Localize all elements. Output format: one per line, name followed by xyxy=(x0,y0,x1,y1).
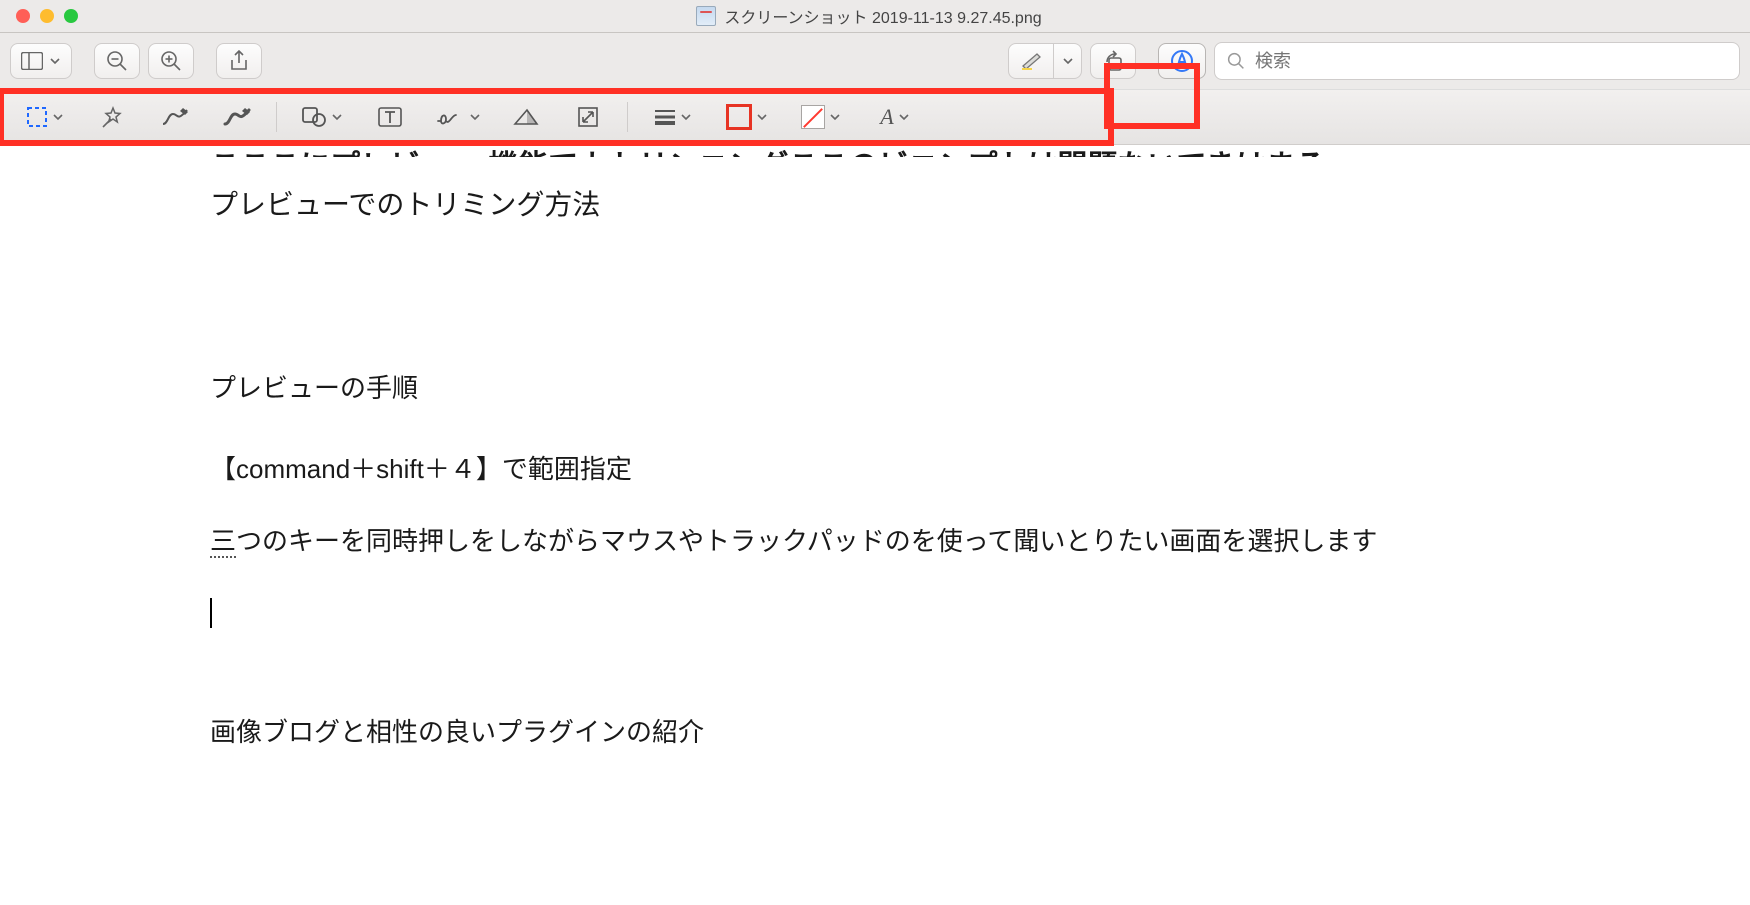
highlighter-menu-button[interactable] xyxy=(1054,43,1082,79)
sketch-tool[interactable] xyxy=(146,97,204,137)
instruction-body: つのキーを同時押しをしながらマウスやトラックパッドのを使って聞いとりたい画面を選… xyxy=(236,526,1377,556)
search-field[interactable] xyxy=(1214,42,1740,80)
highlighter-split-button[interactable] xyxy=(1008,43,1082,79)
toolbar-divider xyxy=(627,102,628,132)
document-icon xyxy=(696,6,716,26)
markup-toggle-button[interactable] xyxy=(1158,43,1206,79)
instruction-line: 三つのキーを同時押しをしながらマウスやトラックパッドのを使って聞いとりたい画面を… xyxy=(210,521,1540,563)
shapes-tool[interactable] xyxy=(287,97,357,137)
text-cursor xyxy=(210,591,1540,633)
heading-trimming: プレビューでのトリミング方法 xyxy=(210,183,1540,228)
traffic-lights xyxy=(0,9,78,23)
zoom-out-button[interactable] xyxy=(94,43,140,79)
shortcut-line: 【command＋shift＋４】で範囲指定 xyxy=(210,449,1540,491)
heading-steps: プレビューの手順 xyxy=(210,368,1540,410)
toolbar-divider xyxy=(276,102,277,132)
markup-toolbar: A xyxy=(0,89,1750,145)
border-style-tool[interactable] xyxy=(638,97,708,137)
instruction-underlined-prefix: 三 xyxy=(210,526,236,558)
adjust-color-tool[interactable] xyxy=(497,97,555,137)
instant-alpha-tool[interactable] xyxy=(84,97,142,137)
titlebar: スクリーンショット 2019-11-13 9.27.45.png xyxy=(0,0,1750,33)
heading-plugins: 画像ブログと相性の良いプラグインの紹介 xyxy=(210,712,1540,754)
rotate-left-button[interactable] xyxy=(1090,43,1136,79)
truncated-top-line: こここにプレビュー 機能でカトリンニングここのビニンプトは問題ないてきはまる xyxy=(210,145,1540,157)
window-title-text: スクリーンショット 2019-11-13 9.27.45.png xyxy=(724,4,1041,28)
text-style-tool[interactable]: A xyxy=(860,97,930,137)
border-color-tool[interactable] xyxy=(712,97,782,137)
text-tool[interactable] xyxy=(361,97,419,137)
text-style-icon: A xyxy=(880,104,893,130)
sidebar-view-button[interactable] xyxy=(10,43,72,79)
shortcut-text: command＋shift＋４】で範囲指定 xyxy=(236,454,632,484)
search-icon xyxy=(1227,52,1245,70)
highlighter-button[interactable] xyxy=(1008,43,1054,79)
bracket-open: 【 xyxy=(210,454,236,484)
close-window-button[interactable] xyxy=(16,9,30,23)
window-title: スクリーンショット 2019-11-13 9.27.45.png xyxy=(78,4,1660,28)
zoom-in-button[interactable] xyxy=(148,43,194,79)
share-button[interactable] xyxy=(216,43,262,79)
sign-tool[interactable] xyxy=(423,97,493,137)
border-color-swatch-icon xyxy=(726,104,752,130)
selection-tool[interactable] xyxy=(10,97,80,137)
adjust-size-tool[interactable] xyxy=(559,97,617,137)
minimize-window-button[interactable] xyxy=(40,9,54,23)
fill-color-tool[interactable] xyxy=(786,97,856,137)
main-toolbar xyxy=(0,33,1750,89)
search-input[interactable] xyxy=(1253,50,1727,73)
document-canvas[interactable]: こここにプレビュー 機能でカトリンニングここのビニンプトは問題ないてきはまる プ… xyxy=(0,145,1750,905)
fill-color-swatch-icon xyxy=(801,105,825,129)
fullscreen-window-button[interactable] xyxy=(64,9,78,23)
draw-tool[interactable] xyxy=(208,97,266,137)
